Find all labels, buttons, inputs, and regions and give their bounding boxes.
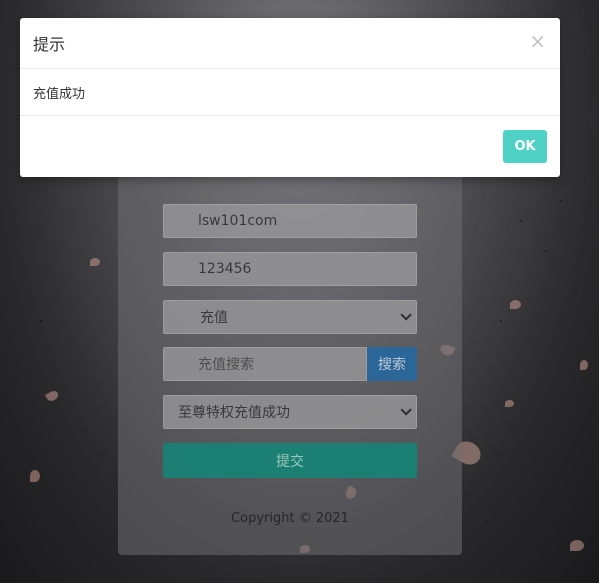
dialog-title: 提示 [33, 35, 66, 54]
close-icon[interactable]: × [529, 31, 546, 51]
alert-dialog: 提示 × 充值成功 OK [20, 18, 560, 177]
dialog-header: 提示 × [20, 18, 560, 69]
dialog-footer: OK [20, 116, 560, 176]
ok-button[interactable]: OK [503, 130, 547, 163]
dialog-body: 充值成功 [20, 69, 560, 116]
dialog-message: 充值成功 [33, 86, 86, 102]
